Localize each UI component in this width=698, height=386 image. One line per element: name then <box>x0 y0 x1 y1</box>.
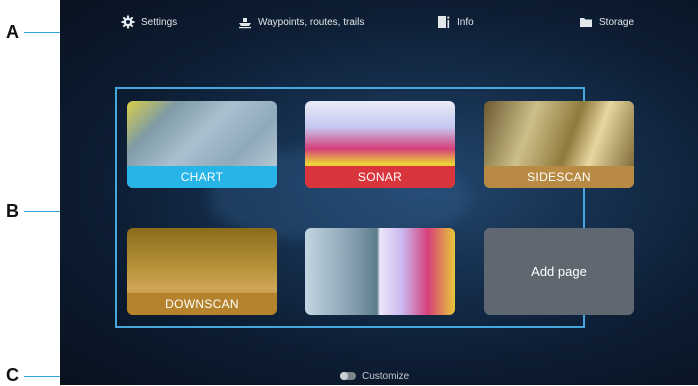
settings-label: Settings <box>141 16 178 28</box>
downscan-page-label: DOWNSCAN <box>127 293 277 315</box>
sidescan-page-tile[interactable]: SIDESCAN <box>484 101 634 188</box>
storage-label: Storage <box>599 16 635 28</box>
add-page-label: Add page <box>531 264 587 279</box>
info-label: Info <box>457 16 474 28</box>
settings-button[interactable]: Settings <box>121 12 177 32</box>
sidescan-page-label: SIDESCAN <box>484 166 634 188</box>
waypoints-label: Waypoints, routes, trails <box>258 16 365 28</box>
waypoints-routes-trails-button[interactable]: Waypoints, routes, trails <box>238 12 364 32</box>
info-icon <box>438 16 450 28</box>
chart-sonar-combo-page-tile[interactable] <box>305 228 455 315</box>
sonar-page-tile[interactable]: SONAR <box>305 101 455 188</box>
folder-icon <box>580 18 592 27</box>
customize-button[interactable]: Customize <box>340 369 409 383</box>
sonar-page-label: SONAR <box>305 166 455 188</box>
add-page-button[interactable]: Add page <box>484 228 634 315</box>
top-bar: Settings Waypoints, routes, trails Info … <box>60 10 698 34</box>
storage-button[interactable]: Storage <box>579 12 634 32</box>
toggle-icon <box>340 372 356 380</box>
info-button[interactable]: Info <box>437 12 474 32</box>
boat-icon <box>239 18 251 29</box>
callout-c: C <box>6 365 19 385</box>
callout-a: A <box>6 22 19 42</box>
customize-label: Customize <box>362 370 410 382</box>
callout-b: B <box>6 201 19 221</box>
downscan-page-tile[interactable]: DOWNSCAN <box>127 228 277 315</box>
gear-icon <box>121 15 135 29</box>
chart-page-label: CHART <box>127 166 277 188</box>
chart-page-tile[interactable]: CHART <box>127 101 277 188</box>
